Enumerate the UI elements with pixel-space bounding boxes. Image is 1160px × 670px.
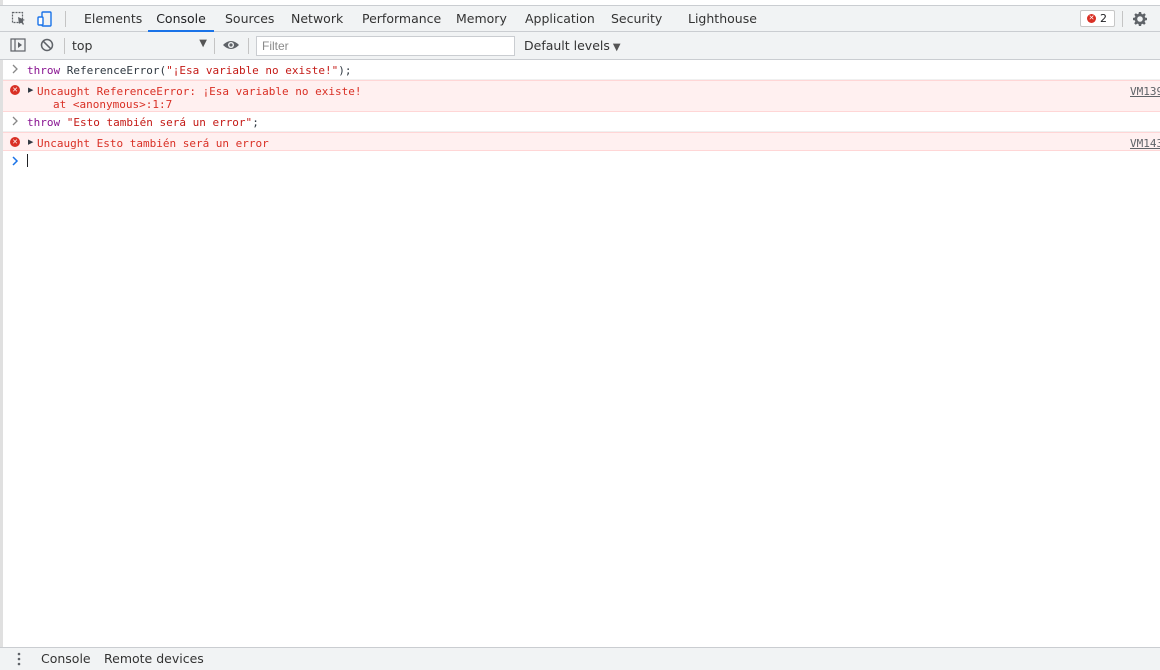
code-string: "¡Esa variable no existe!" xyxy=(166,64,339,77)
prompt-chevron-icon xyxy=(12,156,19,166)
code-string: "Esto también será un error" xyxy=(60,116,253,129)
error-icon: ✕ xyxy=(1087,14,1096,23)
tab-memory[interactable]: Memory xyxy=(456,6,507,32)
error-text: Uncaught Esto también será un error xyxy=(37,137,269,150)
console-toolbar: top ▼ Default levels▼ xyxy=(0,32,1160,60)
expand-triangle-icon[interactable]: ▶ xyxy=(28,138,33,146)
clear-console-icon[interactable] xyxy=(40,38,54,52)
gear-icon[interactable] xyxy=(1132,11,1148,27)
console-input-entry: throw ReferenceError("¡Esa variable no e… xyxy=(3,60,1160,80)
expand-triangle-icon[interactable]: ▶ xyxy=(28,86,33,94)
error-count-badge[interactable]: ✕ 2 xyxy=(1080,10,1115,27)
tab-console[interactable]: Console xyxy=(148,6,214,32)
sidebar-toggle-icon[interactable] xyxy=(10,38,26,52)
chevron-right-icon xyxy=(12,116,18,126)
console-error-message: ✕ ▶ Uncaught Esto también será un error … xyxy=(3,132,1160,151)
text-cursor xyxy=(27,154,28,167)
tab-lighthouse[interactable]: Lighthouse xyxy=(688,6,757,32)
source-link[interactable]: VM143 xyxy=(1130,137,1160,150)
code-keyword: throw xyxy=(27,116,61,129)
drawer-tab-console[interactable]: Console xyxy=(41,651,91,666)
tab-elements[interactable]: Elements xyxy=(84,6,142,32)
context-value: top xyxy=(72,38,93,53)
error-count: 2 xyxy=(1100,12,1107,25)
eye-icon[interactable] xyxy=(222,39,240,51)
context-selector[interactable]: top ▼ xyxy=(72,38,207,54)
inspect-element-icon[interactable] xyxy=(11,11,27,27)
filter-input[interactable] xyxy=(256,36,515,56)
drawer-tab-remote-devices[interactable]: Remote devices xyxy=(104,651,204,666)
console-messages[interactable]: throw ReferenceError("¡Esa variable no e… xyxy=(3,60,1160,647)
log-levels-dropdown[interactable]: Default levels ▼ xyxy=(524,38,621,53)
tab-network[interactable]: Network xyxy=(291,6,343,32)
error-icon: ✕ xyxy=(10,85,20,95)
device-toolbar-icon[interactable] xyxy=(37,11,53,27)
code-plain: ReferenceError( xyxy=(60,64,167,77)
console-code: throw "Esto también será un error"; xyxy=(27,116,259,129)
more-vertical-icon[interactable] xyxy=(16,652,22,666)
dropdown-caret-icon: ▼ xyxy=(199,38,207,49)
code-plain: ; xyxy=(252,116,259,129)
tab-performance[interactable]: Performance xyxy=(362,6,441,32)
toolbar-separator xyxy=(65,11,66,27)
error-stack-line: at <anonymous>:1:7 xyxy=(53,98,173,111)
drawer-tabbar: Console Remote devices xyxy=(0,647,1160,670)
tab-sources[interactable]: Sources xyxy=(225,6,274,32)
dropdown-caret-icon: ▼ xyxy=(612,42,621,53)
code-plain: ); xyxy=(338,64,352,77)
chevron-right-icon xyxy=(12,64,18,74)
console-input-entry: throw "Esto también será un error"; xyxy=(3,112,1160,132)
console-prompt[interactable] xyxy=(3,151,1160,171)
error-icon: ✕ xyxy=(10,137,20,147)
toolbar-separator xyxy=(248,38,249,54)
source-link[interactable]: VM139 xyxy=(1130,85,1160,98)
log-levels-label: Default levels xyxy=(524,38,610,53)
tab-application[interactable]: Application xyxy=(525,6,595,32)
tab-security[interactable]: Security xyxy=(611,6,662,32)
devtools-tabbar: Elements Console Sources Network Perform… xyxy=(0,5,1160,32)
toolbar-separator xyxy=(64,38,65,54)
console-code: throw ReferenceError("¡Esa variable no e… xyxy=(27,64,352,77)
console-error-message: ✕ ▶ Uncaught ReferenceError: ¡Esa variab… xyxy=(3,80,1160,112)
code-keyword: throw xyxy=(27,64,61,77)
toolbar-separator xyxy=(214,38,215,54)
error-text: Uncaught ReferenceError: ¡Esa variable n… xyxy=(37,85,362,98)
toolbar-separator xyxy=(1122,11,1123,27)
